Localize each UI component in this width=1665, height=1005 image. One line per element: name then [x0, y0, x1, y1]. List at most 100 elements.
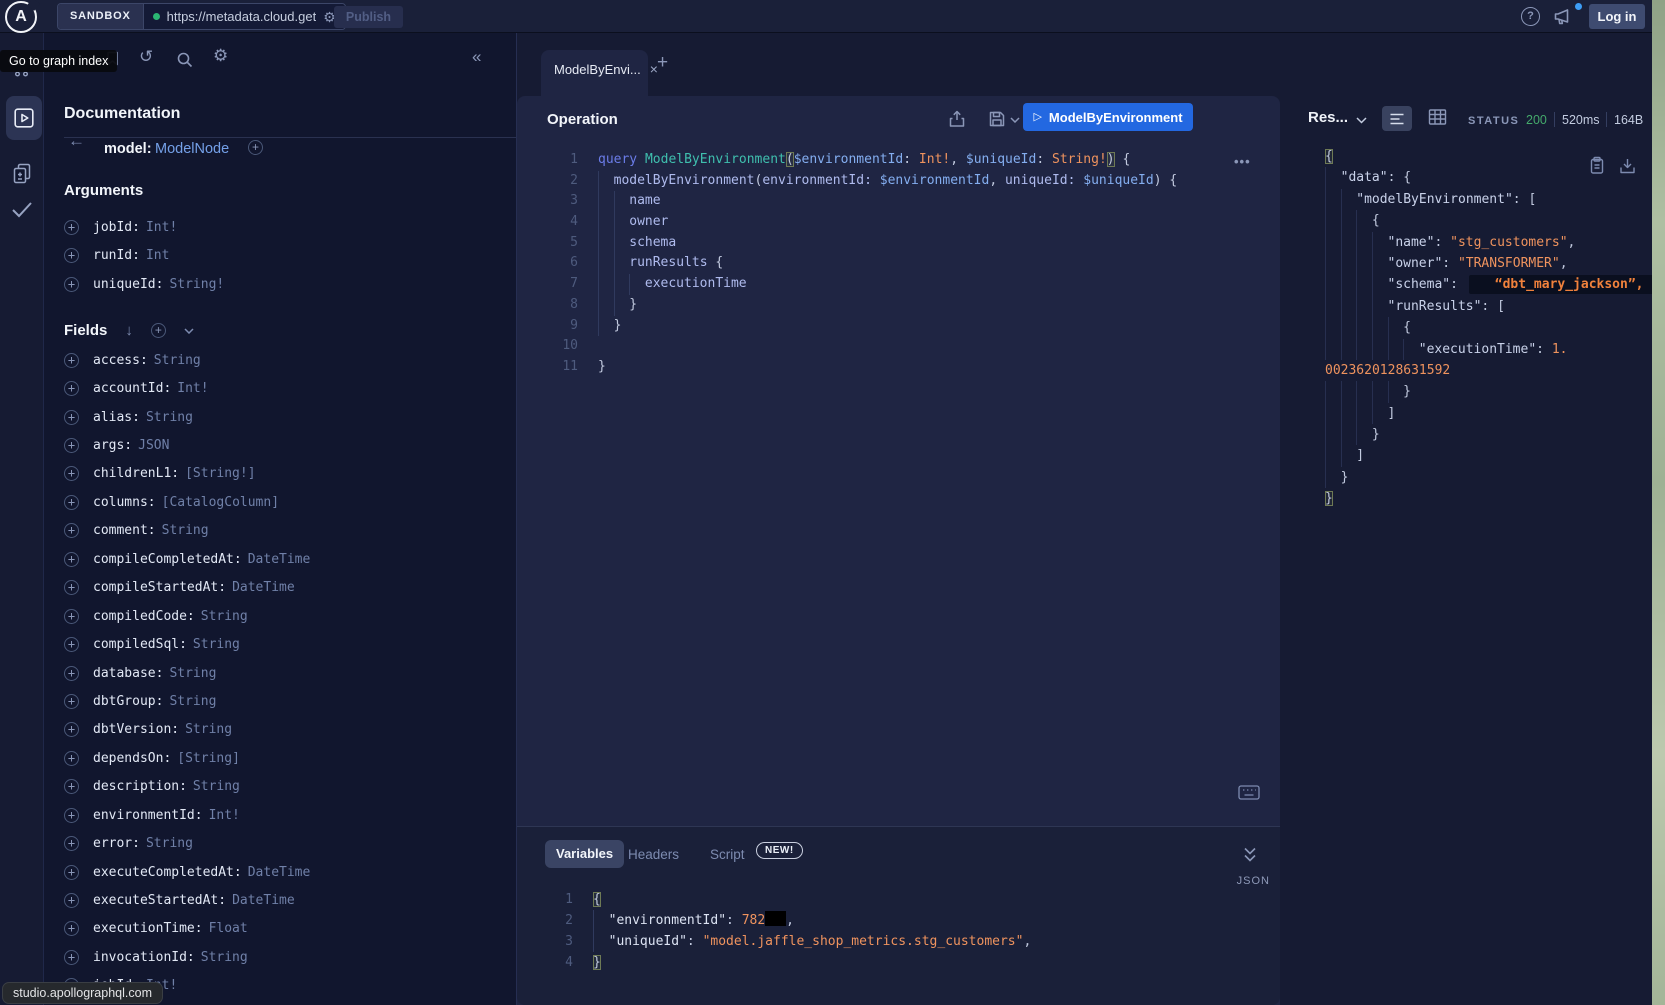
add-to-operation-icon[interactable]: + [64, 694, 79, 709]
code-line[interactable]: 3"uniqueId": "model.jaffle_shop_metrics.… [593, 931, 1031, 952]
add-to-operation-icon[interactable]: + [64, 808, 79, 823]
editor-more-menu[interactable]: ••• [1234, 154, 1251, 169]
add-to-operation-icon[interactable]: + [64, 277, 79, 292]
doc-field-row[interactable]: +description:String [64, 773, 310, 801]
doc-field-row[interactable]: +environmentId:Int! [64, 801, 310, 829]
doc-field-row[interactable]: +uniqueId:String! [64, 270, 224, 298]
doc-field-row[interactable]: +access:String [64, 346, 310, 374]
publish-button[interactable]: Publish [334, 6, 403, 28]
back-arrow-icon[interactable]: ← [68, 131, 85, 151]
collapse-panel-icon[interactable]: « [472, 47, 481, 67]
code-line[interactable]: 4owner [598, 212, 1177, 233]
code-line[interactable]: 3name [598, 191, 1177, 212]
field-type[interactable]: DateTime [232, 580, 295, 595]
tab-variables[interactable]: Variables [545, 840, 624, 868]
code-line[interactable]: 7executionTime [598, 274, 1177, 295]
add-to-operation-icon[interactable]: + [64, 438, 79, 453]
sort-fields-icon[interactable]: ↓ [125, 322, 133, 339]
add-to-operation-icon[interactable]: + [64, 220, 79, 235]
field-type[interactable]: Int! [209, 808, 240, 823]
add-to-operation-icon[interactable]: + [64, 410, 79, 425]
announcements-megaphone-icon[interactable] [1551, 6, 1575, 28]
code-line[interactable]: 11} [598, 357, 1177, 378]
doc-field-row[interactable]: +compileStartedAt:DateTime [64, 574, 310, 602]
add-to-operation-icon[interactable]: + [64, 893, 79, 908]
doc-field-type-link[interactable]: ModelNode [155, 141, 229, 157]
endpoint-url[interactable]: https://metadata.cloud.get [167, 9, 317, 24]
field-type[interactable]: String [162, 523, 209, 538]
code-line[interactable]: 1query ModelByEnvironment($environmentId… [598, 150, 1177, 171]
login-button[interactable]: Log in [1589, 4, 1645, 29]
help-icon[interactable]: ? [1521, 7, 1540, 26]
field-type[interactable]: [String] [177, 751, 240, 766]
field-type[interactable]: String [169, 666, 216, 681]
doc-field-row[interactable]: +columns:[CatalogColumn] [64, 488, 310, 516]
field-type[interactable]: [String!] [185, 466, 255, 481]
add-to-operation-icon[interactable]: + [64, 580, 79, 595]
doc-field-row[interactable]: +executionTime:Float [64, 915, 310, 943]
code-line[interactable]: 6runResults { [598, 253, 1177, 274]
add-to-operation-icon[interactable]: + [64, 722, 79, 737]
field-type[interactable]: String [193, 779, 240, 794]
field-type[interactable]: String! [169, 277, 224, 292]
explorer-nav-item[interactable] [6, 96, 42, 140]
add-to-operation-icon[interactable]: + [64, 381, 79, 396]
doc-field-row[interactable]: +invocationId:String [64, 943, 310, 971]
field-type[interactable]: String [146, 410, 193, 425]
field-type[interactable]: Float [209, 921, 248, 936]
tab-close-icon[interactable]: × [650, 62, 658, 77]
field-type[interactable]: String [146, 836, 193, 851]
field-type[interactable]: DateTime [232, 893, 295, 908]
code-line[interactable]: 1{ [593, 889, 1031, 910]
tab-script[interactable]: Script [710, 847, 745, 862]
field-type[interactable]: DateTime [248, 865, 311, 880]
add-to-operation-icon[interactable]: + [64, 248, 79, 263]
schema-nav-item[interactable] [11, 162, 33, 186]
code-line[interactable]: 9} [598, 316, 1177, 337]
add-to-operation-icon[interactable]: + [64, 523, 79, 538]
tab-headers[interactable]: Headers [628, 847, 679, 862]
doc-field-row[interactable]: +jobId:Int! [64, 213, 224, 241]
code-line[interactable]: 4} [593, 952, 1031, 973]
add-to-operation-icon[interactable]: + [64, 836, 79, 851]
operation-editor[interactable]: 1query ModelByEnvironment($environmentId… [598, 150, 1177, 378]
doc-field-row[interactable]: +executeStartedAt:DateTime [64, 886, 310, 914]
doc-field-row[interactable]: +error:String [64, 829, 310, 857]
doc-field-row[interactable]: +compiledSql:String [64, 630, 310, 658]
code-line[interactable]: 2"environmentId": 782, [593, 910, 1031, 931]
save-operation-icon[interactable] [988, 110, 1006, 128]
field-type[interactable]: Int [146, 248, 169, 263]
field-type[interactable]: String [185, 722, 232, 737]
tab-modelbyenvironment[interactable]: ModelByEnvi... × [541, 50, 648, 96]
doc-field-row[interactable]: +comment:String [64, 517, 310, 545]
add-to-operation-icon[interactable]: + [64, 466, 79, 481]
doc-field-row[interactable]: +dependsOn:[String] [64, 744, 310, 772]
add-to-operation-icon[interactable]: + [64, 921, 79, 936]
add-to-operation-icon[interactable]: + [64, 552, 79, 567]
settings-gear-icon[interactable]: ⚙ [213, 46, 228, 66]
field-type[interactable]: DateTime [248, 552, 311, 567]
add-to-operation-icon[interactable]: + [64, 353, 79, 368]
add-to-operation-icon[interactable]: + [64, 495, 79, 510]
doc-field-row[interactable]: +compileCompletedAt:DateTime [64, 545, 310, 573]
apollo-logo[interactable]: A [5, 1, 37, 33]
field-type[interactable]: String [201, 609, 248, 624]
formatted-view-toggle[interactable] [1382, 106, 1412, 131]
code-line[interactable]: 2modelByEnvironment(environmentId: $envi… [598, 171, 1177, 192]
run-operation-button[interactable]: ▷ ModelByEnvironment [1023, 103, 1193, 131]
code-line[interactable]: 8} [598, 295, 1177, 316]
chevron-down-icon[interactable] [184, 328, 194, 334]
add-to-operation-icon[interactable]: + [64, 609, 79, 624]
search-icon[interactable] [176, 51, 193, 68]
checks-nav-item[interactable] [9, 197, 35, 221]
field-type[interactable]: String [201, 950, 248, 965]
doc-field-row[interactable]: +accountId:Int! [64, 374, 310, 402]
field-type[interactable]: String [193, 637, 240, 652]
response-dropdown-chevron-icon[interactable] [1356, 117, 1367, 124]
history-icon[interactable]: ↺ [139, 47, 153, 67]
field-type[interactable]: String [154, 353, 201, 368]
doc-field-row[interactable]: +database:String [64, 659, 310, 687]
doc-field-row[interactable]: +compiledCode:String [64, 602, 310, 630]
field-type[interactable]: Int! [146, 220, 177, 235]
doc-field-row[interactable]: +alias:String [64, 403, 310, 431]
